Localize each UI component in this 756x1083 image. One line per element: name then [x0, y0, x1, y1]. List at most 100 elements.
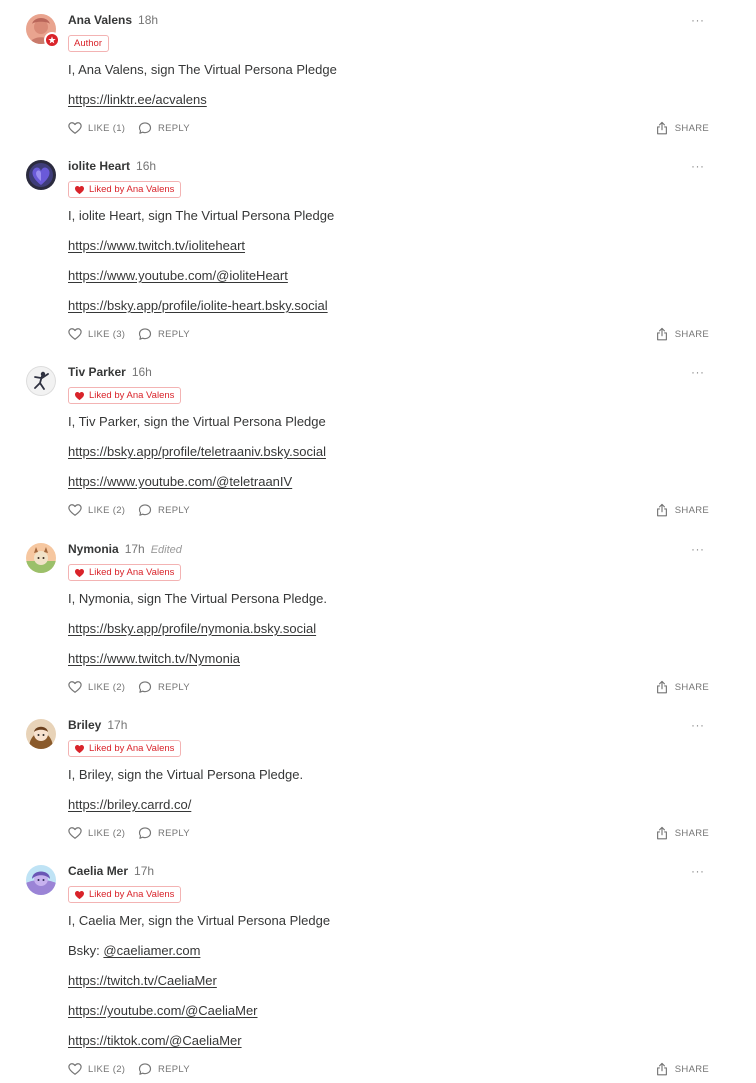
comment-timestamp[interactable]: 17h: [125, 542, 145, 556]
avatar-image: [26, 719, 56, 749]
share-icon: [655, 680, 669, 694]
heart-icon: [68, 1062, 82, 1076]
share-button[interactable]: SHARE: [655, 327, 709, 341]
avatar[interactable]: [26, 865, 56, 895]
comment-link[interactable]: https://youtube.com/@CaeliaMer: [68, 1003, 258, 1018]
share-button[interactable]: SHARE: [655, 826, 709, 840]
heart-icon: [68, 680, 82, 694]
speech-bubble-icon: [138, 680, 152, 694]
comment-link[interactable]: https://www.youtube.com/@teletraanIV: [68, 474, 292, 489]
comment-link[interactable]: https://bsky.app/profile/nymonia.bsky.so…: [68, 621, 316, 636]
comment-text: I, Tiv Parker, sign the Virtual Persona …: [68, 414, 326, 429]
speech-bubble-icon: [138, 826, 152, 840]
comment-link[interactable]: https://linktr.ee/acvalens: [68, 92, 207, 107]
comment-actions: LIKE (2) REPLY SHARE: [68, 1062, 709, 1076]
comment-link[interactable]: https://tiktok.com/@CaeliaMer: [68, 1033, 242, 1048]
edited-label: Edited: [150, 544, 182, 556]
avatar[interactable]: [26, 543, 56, 573]
commenter-name[interactable]: Tiv Parker: [68, 365, 126, 379]
avatar-image: [26, 366, 56, 396]
more-options-icon[interactable]: ···: [691, 365, 705, 379]
commenter-name[interactable]: Ana Valens: [68, 13, 132, 27]
reply-button[interactable]: REPLY: [138, 826, 190, 840]
comment-actions: LIKE (2) REPLY SHARE: [68, 826, 709, 840]
share-label: SHARE: [674, 122, 709, 134]
comment-timestamp[interactable]: 16h: [132, 365, 152, 379]
like-label: LIKE: [88, 827, 110, 839]
share-icon: [655, 121, 669, 135]
heart-icon: [74, 391, 85, 401]
reply-label: REPLY: [158, 122, 190, 134]
avatar[interactable]: [26, 366, 56, 396]
like-label: LIKE: [88, 122, 110, 134]
bsky-prefix: Bsky:: [68, 943, 104, 958]
liked-by-label: Liked by Ana Valens: [89, 743, 175, 754]
more-options-icon[interactable]: ···: [691, 718, 705, 732]
like-button[interactable]: LIKE (3): [68, 327, 125, 341]
avatar-image: [26, 543, 56, 573]
avatar[interactable]: [26, 14, 60, 48]
comment-text: I, Caelia Mer, sign the Virtual Persona …: [68, 913, 331, 928]
reply-label: REPLY: [158, 328, 190, 340]
more-options-icon[interactable]: ···: [691, 159, 705, 173]
comment-link[interactable]: https://bsky.app/profile/teletraaniv.bsk…: [68, 444, 326, 459]
heart-icon: [68, 327, 82, 341]
comment-text: I, Ana Valens, sign The Virtual Persona …: [68, 62, 337, 77]
author-badge-label: Author: [74, 38, 102, 49]
like-button[interactable]: LIKE (1): [68, 121, 125, 135]
author-star-icon: [44, 32, 60, 48]
share-button[interactable]: SHARE: [655, 1062, 709, 1076]
reply-button[interactable]: REPLY: [138, 1062, 190, 1076]
share-button[interactable]: SHARE: [655, 121, 709, 135]
liked-by-author-badge: Liked by Ana Valens: [68, 886, 182, 903]
like-button[interactable]: LIKE (2): [68, 1062, 125, 1076]
share-button[interactable]: SHARE: [655, 503, 709, 517]
share-label: SHARE: [674, 1063, 709, 1075]
reply-button[interactable]: REPLY: [138, 121, 190, 135]
bsky-handle-link[interactable]: @caeliamer.com: [103, 943, 200, 958]
like-count: (2): [112, 504, 126, 516]
speech-bubble-icon: [138, 503, 152, 517]
comment-timestamp[interactable]: 16h: [136, 159, 156, 173]
like-button[interactable]: LIKE (2): [68, 826, 125, 840]
liked-by-label: Liked by Ana Valens: [89, 184, 175, 195]
avatar[interactable]: [26, 160, 56, 190]
share-icon: [655, 826, 669, 840]
comment-link[interactable]: https://www.twitch.tv/ioliteheart: [68, 238, 245, 253]
like-button[interactable]: LIKE (2): [68, 680, 125, 694]
comment-link[interactable]: https://bsky.app/profile/iolite-heart.bs…: [68, 298, 328, 313]
share-label: SHARE: [674, 681, 709, 693]
share-icon: [655, 503, 669, 517]
commenter-name[interactable]: iolite Heart: [68, 159, 130, 173]
comment-link[interactable]: https://www.twitch.tv/Nymonia: [68, 651, 240, 666]
reply-button[interactable]: REPLY: [138, 503, 190, 517]
comment-timestamp[interactable]: 18h: [138, 13, 158, 27]
more-options-icon[interactable]: ···: [691, 542, 705, 556]
reply-button[interactable]: REPLY: [138, 327, 190, 341]
like-button[interactable]: LIKE (2): [68, 503, 125, 517]
comment-link[interactable]: https://briley.carrd.co/: [68, 797, 191, 812]
share-icon: [655, 327, 669, 341]
more-options-icon[interactable]: ···: [691, 13, 705, 27]
reply-button[interactable]: REPLY: [138, 680, 190, 694]
commenter-name[interactable]: Briley: [68, 718, 101, 732]
like-count: (2): [112, 827, 126, 839]
comment-timestamp[interactable]: 17h: [134, 864, 154, 878]
comment-link[interactable]: https://www.youtube.com/@ioliteHeart: [68, 268, 288, 283]
comment-link[interactable]: https://twitch.tv/CaeliaMer: [68, 973, 217, 988]
liked-by-author-badge: Liked by Ana Valens: [68, 387, 182, 404]
comment-actions: LIKE (2) REPLY SHARE: [68, 503, 709, 517]
avatar[interactable]: [26, 719, 56, 749]
commenter-name[interactable]: Caelia Mer: [68, 864, 128, 878]
like-label: LIKE: [88, 681, 110, 693]
speech-bubble-icon: [138, 327, 152, 341]
share-button[interactable]: SHARE: [655, 680, 709, 694]
commenter-name[interactable]: Nymonia: [68, 542, 119, 556]
reply-label: REPLY: [158, 504, 190, 516]
author-badge: Author: [68, 35, 109, 52]
like-label: LIKE: [88, 1063, 110, 1075]
like-count: (3): [112, 328, 126, 340]
comment-timestamp[interactable]: 17h: [107, 718, 127, 732]
heart-icon: [68, 503, 82, 517]
more-options-icon[interactable]: ···: [691, 864, 705, 878]
